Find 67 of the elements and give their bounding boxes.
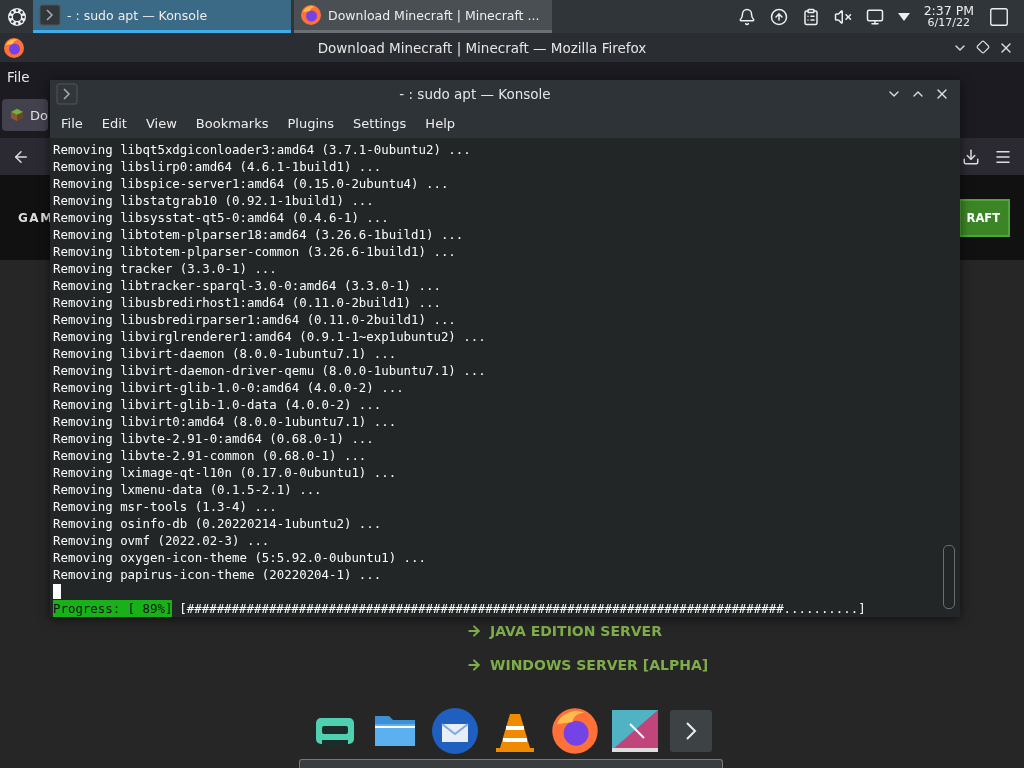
- terminal-line: Removing libvirt0:amd64 (8.0.0-1ubuntu7.1) ...: [53, 413, 398, 430]
- terminal-line: Removing libvirglrenderer1:amd64 (0.9.1-1~exp1ubuntu2) ...: [53, 328, 487, 345]
- terminal-line: Removing libqt5xdgiconloader3:amd64 (3.7.1-0ubuntu2) ...: [53, 141, 472, 158]
- terminal-line: Removing oxygen-icon-theme (5:5.92.0-0ubuntu1) ...: [53, 549, 427, 566]
- bell-icon[interactable]: [737, 7, 756, 26]
- terminal-line: Removing libvirt-glib-1.0-data (4.0.0-2) ...: [53, 396, 383, 413]
- chevron-right-button[interactable]: [670, 710, 712, 752]
- scrollbar-thumb[interactable]: [943, 545, 955, 609]
- text-cursor: [53, 584, 61, 599]
- caret-icon[interactable]: [897, 12, 910, 21]
- terminal-line: Removing libstatgrab10 (0.92.1-1build1) ...: [53, 192, 375, 209]
- envelope-icon[interactable]: [430, 706, 480, 756]
- page-link[interactable]: WINDOWS SERVER [ALPHA]: [466, 657, 1024, 673]
- terminal-line: Removing libvirt-glib-1.0-0:amd64 (4.0.0-2) ...: [53, 379, 405, 396]
- taskbar-task[interactable]: - : sudo apt — Konsole: [33, 0, 291, 33]
- terminal-line: Removing osinfo-db (0.20220214-1ubuntu2) ...: [53, 515, 383, 532]
- muted-speaker-icon[interactable]: [833, 7, 852, 26]
- progress-hashes: [################################################################################..........]: [179, 600, 866, 617]
- cube-icon: [10, 107, 25, 123]
- terminal-line: Removing libusbredirparser1:amd64 (0.11.0-2build1) ...: [53, 311, 457, 328]
- terminal-line: Removing lxmenu-data (0.1.5-2.1) ...: [53, 481, 323, 498]
- menu-item[interactable]: File: [2, 69, 35, 85]
- terminal-line: Removing libusbredirhost1:amd64 (0.11.0-2build1) ...: [53, 294, 442, 311]
- menu-item[interactable]: Plugins: [280, 115, 342, 131]
- browser-tab[interactable]: Do: [2, 99, 48, 131]
- terminal-line: Removing libvte-2.91-common (0.68.0-1) ...: [53, 447, 368, 464]
- monitor-icon[interactable]: [865, 7, 884, 26]
- menu-item[interactable]: Settings: [346, 115, 414, 131]
- menu-item[interactable]: View: [138, 115, 184, 131]
- page-link[interactable]: JAVA EDITION SERVER: [466, 623, 1024, 639]
- show-desktop-icon[interactable]: [988, 5, 1010, 28]
- clock[interactable]: 2:37 PM 6/17/22: [923, 4, 974, 29]
- terminal-line: Removing papirus-icon-theme (20220204-1) ...: [53, 566, 383, 583]
- upload-icon[interactable]: [769, 7, 788, 26]
- browser-icon: [300, 4, 322, 26]
- clipboard-icon[interactable]: [801, 7, 820, 26]
- launcher-icon[interactable]: [5, 5, 28, 28]
- terminal-line: Removing msr-tools (1.3-4) ...: [53, 498, 278, 515]
- terminal-line: Removing libslirp0:amd64 (4.6.1-1build1) ...: [53, 158, 383, 175]
- terminal-line: Removing lximage-qt-l10n (0.17.0-0ubuntu1) ...: [53, 464, 398, 481]
- menu-item[interactable]: Edit: [94, 115, 134, 131]
- menu-item[interactable]: Bookmarks: [188, 115, 276, 131]
- terminal-icon: [39, 4, 61, 26]
- download-icon[interactable]: [962, 147, 980, 166]
- browser-icon: [3, 36, 25, 59]
- download-button[interactable]: RAFT: [958, 198, 1010, 237]
- terminal-line: Removing libspice-server1:amd64 (0.15.0-2ubuntu4) ...: [53, 175, 450, 192]
- terminal-line: Removing libtracker-sparql-3.0-0:amd64 (3.3.0-1) ...: [53, 277, 442, 294]
- terminal-line: Removing libvirt-daemon (8.0.0-1ubuntu7.1) ...: [53, 345, 398, 362]
- terminal-icon: [56, 83, 78, 105]
- terminal-line: Removing libvte-2.91-0:amd64 (0.68.0-1) ...: [53, 430, 375, 447]
- terminal-line: Removing libvirt-daemon-driver-qemu (8.0.0-1ubuntu7.1) ...: [53, 362, 487, 379]
- browser-icon[interactable]: [550, 706, 600, 756]
- window-title: Download Minecraft | Minecraft — Mozilla Firefox: [316, 39, 648, 56]
- arrow-right-icon: [466, 657, 482, 673]
- terminal-line: Removing ovmf (2022.02-3) ...: [53, 532, 271, 549]
- terminal-line: Removing libtotem-plparser-common (3.26.6-1build1) ...: [53, 243, 457, 260]
- menu-item[interactable]: Help: [418, 115, 462, 131]
- terminal-line: Removing libsysstat-qt5-0:amd64 (0.4.6-1) ...: [53, 209, 390, 226]
- menu-item[interactable]: File: [54, 115, 90, 131]
- progress-label: Progress: [ 89%]: [53, 600, 173, 617]
- taskbar-task[interactable]: Download Minecraft | Minecraft ...: [294, 0, 552, 33]
- terminal-line: Removing tracker (3.3.0-1) ...: [53, 260, 278, 277]
- arrow-right-icon: [466, 623, 482, 639]
- window-title: - : sudo apt — Konsole: [398, 86, 552, 102]
- terminal-line: Removing libtotem-plparser18:amd64 (3.26.6-1build1) ...: [53, 226, 465, 243]
- maximize-icon[interactable]: [976, 39, 990, 54]
